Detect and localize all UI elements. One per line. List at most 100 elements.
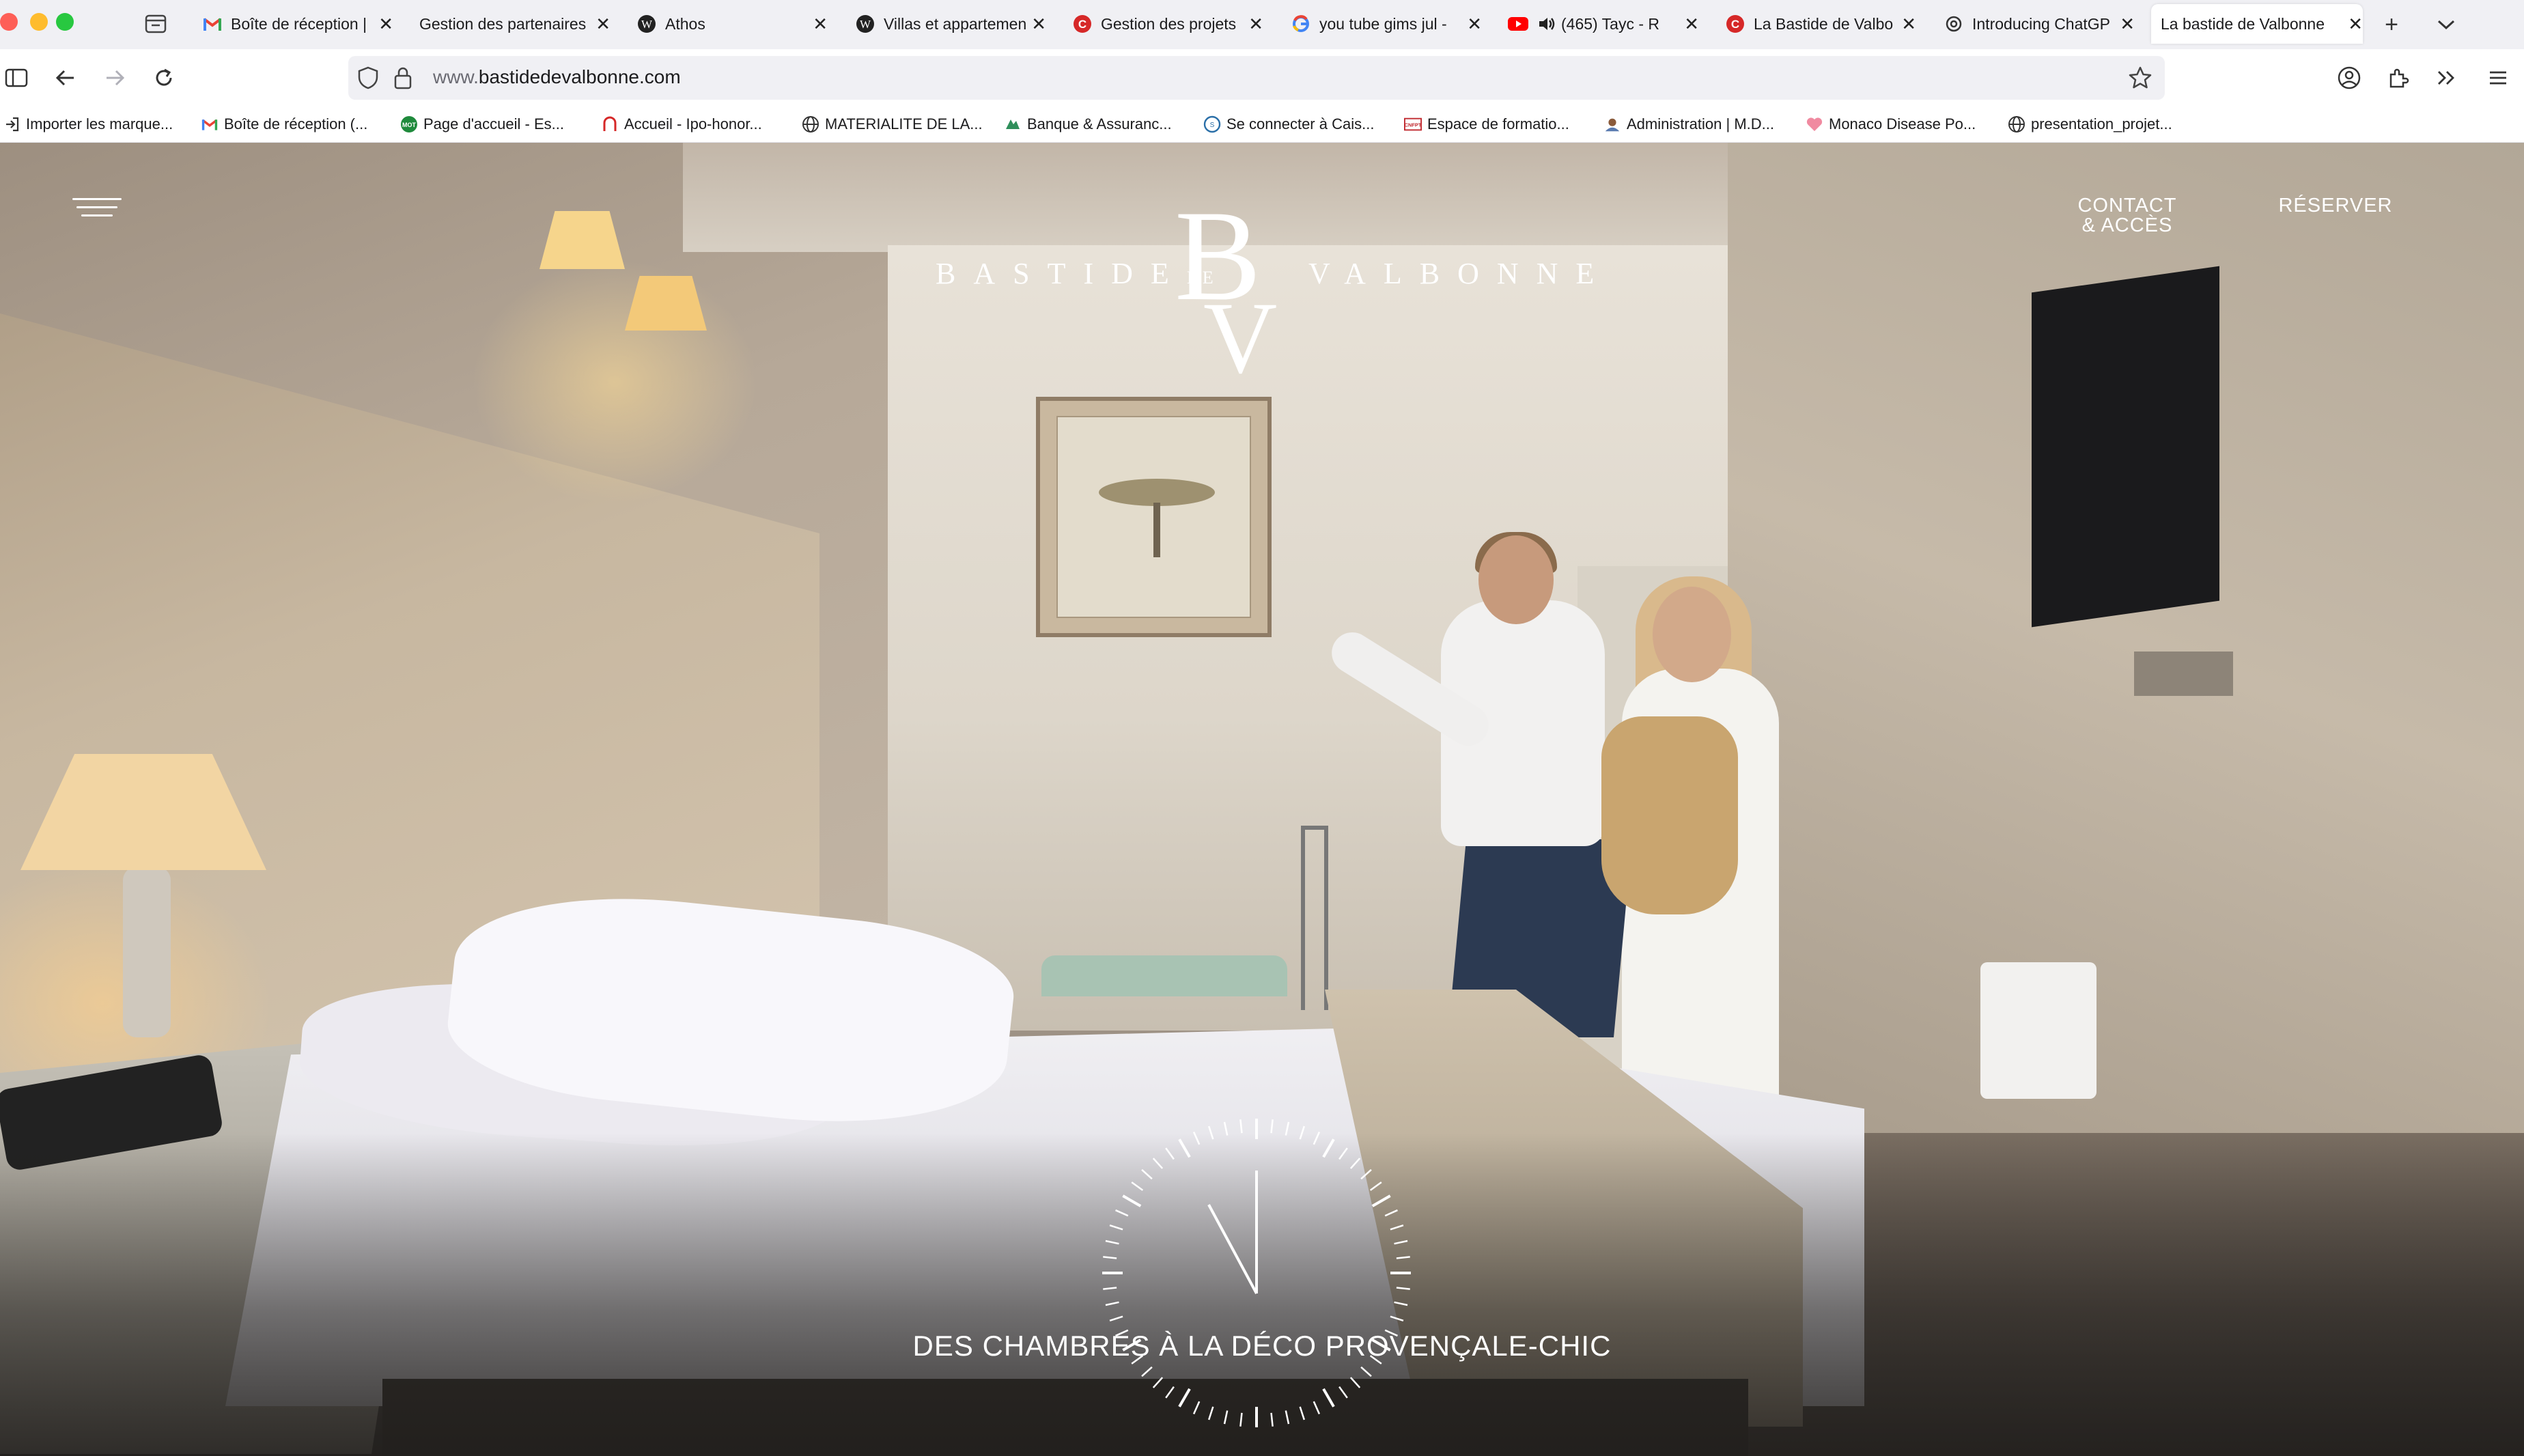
close-icon[interactable]: ✕: [813, 14, 828, 35]
tab-gmail[interactable]: Boîte de réception | ✕: [202, 4, 393, 44]
clock-tick: [1178, 1388, 1191, 1408]
new-tab-button[interactable]: +: [2376, 10, 2407, 40]
import-icon: [3, 115, 20, 133]
sidebar-toggle-icon[interactable]: [0, 61, 33, 94]
bookmark-ipo-honor[interactable]: Accueil - Ipo-honor...: [601, 113, 762, 135]
svg-text:CNFPT: CNFPT: [1405, 122, 1422, 128]
gmail-icon: [201, 115, 219, 133]
window-close-button[interactable]: [0, 13, 18, 31]
bookmark-label: presentation_projet...: [2031, 115, 2172, 132]
reserve-link[interactable]: RÉSERVER: [2274, 196, 2397, 216]
red-a-icon: [601, 115, 619, 133]
bookmark-caisse[interactable]: S Se connecter à Cais...: [1203, 113, 1374, 135]
red-c-icon: C: [1725, 14, 1745, 34]
shield-icon[interactable]: [356, 66, 380, 94]
wordpress-icon: W: [636, 14, 657, 34]
close-icon[interactable]: ✕: [2120, 14, 2135, 35]
clock-tick: [1152, 1377, 1164, 1388]
clock-tick: [1390, 1315, 1404, 1322]
clock-tick: [1322, 1388, 1335, 1408]
overflow-chevrons-icon[interactable]: [2430, 61, 2463, 94]
close-icon[interactable]: ✕: [1031, 14, 1046, 35]
clock-tick: [1103, 1287, 1117, 1290]
window-minimize-button[interactable]: [30, 13, 48, 31]
clock-tick: [1165, 1386, 1175, 1399]
clock-tick: [1322, 1138, 1335, 1158]
svg-text:W: W: [860, 18, 871, 31]
reload-icon[interactable]: [148, 61, 180, 94]
tab-title: Gestion des projets: [1101, 14, 1237, 33]
clock-tick: [1141, 1366, 1153, 1377]
star-icon[interactable]: [2128, 66, 2153, 94]
bookmark-banque-assurance[interactable]: Banque & Assuranc...: [1004, 113, 1172, 135]
clock-tick: [1105, 1240, 1119, 1245]
bookmark-administration[interactable]: Administration | M.D...: [1603, 113, 1774, 135]
svg-text:S: S: [1210, 122, 1215, 129]
menu-hamburger-icon[interactable]: [2482, 61, 2514, 94]
clock-tick: [1115, 1209, 1129, 1217]
account-icon[interactable]: [2333, 61, 2366, 94]
svg-text:C: C: [1078, 18, 1086, 31]
tab-villas[interactable]: W Villas et appartemen ✕: [855, 4, 1046, 44]
site-menu-hamburger-icon[interactable]: [72, 198, 122, 223]
close-icon[interactable]: ✕: [1684, 14, 1699, 35]
close-icon[interactable]: ✕: [2348, 14, 2363, 35]
bookmark-gmail[interactable]: Boîte de réception (...: [201, 113, 367, 135]
bookmark-label: Administration | M.D...: [1627, 115, 1774, 132]
tab-google-search[interactable]: you tube gims jul - ✕: [1291, 4, 1482, 44]
clock-tick: [1369, 1181, 1382, 1191]
tab-bastide-valbonne[interactable]: C La Bastide de Valbo ✕: [1725, 4, 1916, 44]
clock-tick: [1313, 1132, 1321, 1145]
window-zoom-button[interactable]: [56, 13, 74, 31]
tab-overview-icon[interactable]: [142, 10, 169, 37]
url-host: bastidedevalbonne.com: [478, 66, 681, 87]
tab-active-bastide[interactable]: La bastide de Valbonne ✕: [2151, 4, 2363, 44]
back-arrow-icon[interactable]: [49, 61, 82, 94]
tab-athos[interactable]: W Athos ✕: [636, 4, 828, 44]
tab-list-chevron-down-icon[interactable]: [2431, 10, 2461, 40]
clock-tick: [1338, 1147, 1348, 1160]
bookmarks-bar: Importer les marque... Boîte de réceptio…: [0, 107, 2524, 143]
clock-tick: [1165, 1147, 1175, 1160]
site-logo[interactable]: BASTIDE VALBONNE B DE V: [929, 191, 1594, 417]
youtube-icon: [1508, 14, 1528, 34]
clock-tick: [1394, 1301, 1408, 1306]
clock-tick: [1285, 1121, 1290, 1136]
url-text[interactable]: www.bastidedevalbonne.com: [433, 66, 681, 88]
logo-monogram-v: V: [1203, 281, 1278, 395]
close-icon[interactable]: ✕: [595, 14, 611, 35]
bookmark-monaco-disease[interactable]: Monaco Disease Po...: [1806, 113, 1976, 135]
red-c-icon: C: [1072, 14, 1093, 34]
close-icon[interactable]: ✕: [1901, 14, 1916, 35]
contact-access-link[interactable]: CONTACT & ACCÈS: [2056, 196, 2199, 236]
clock-tick: [1207, 1125, 1214, 1140]
close-icon[interactable]: ✕: [1467, 14, 1482, 35]
bookmark-page-accueil[interactable]: MOT Page d'accueil - Es...: [400, 113, 564, 135]
bookmark-label: Espace de formatio...: [1427, 115, 1569, 132]
clock-tick: [1360, 1168, 1372, 1180]
clock-tick: [1178, 1138, 1191, 1158]
bookmark-materialite[interactable]: MATERIALITE DE LA...: [802, 113, 983, 135]
clock-tick: [1239, 1119, 1243, 1134]
tab-gestion-partenaires[interactable]: Gestion des partenaires ✕: [419, 4, 611, 44]
globe-icon: [802, 115, 819, 133]
clock-tick: [1223, 1121, 1229, 1136]
tab-chatgpt[interactable]: Introducing ChatGP ✕: [1944, 4, 2135, 44]
tab-gestion-projets[interactable]: C Gestion des projets ✕: [1072, 4, 1263, 44]
extensions-puzzle-icon[interactable]: [2382, 61, 2415, 94]
bookmark-espace-formation[interactable]: CNFPT Espace de formatio...: [1404, 113, 1569, 135]
speaker-icon[interactable]: [1537, 14, 1557, 34]
tab-youtube[interactable]: (465) Tayc - R ✕: [1508, 4, 1699, 44]
google-icon: [1291, 14, 1311, 34]
close-icon[interactable]: ✕: [378, 14, 393, 35]
openai-icon: [1944, 14, 1964, 34]
close-icon[interactable]: ✕: [1248, 14, 1263, 35]
url-bar[interactable]: www.bastidedevalbonne.com: [348, 56, 2165, 100]
contact-line-1: CONTACT: [2077, 195, 2177, 216]
bookmark-presentation-projet[interactable]: presentation_projet...: [2008, 113, 2172, 135]
bookmark-import[interactable]: Importer les marque...: [3, 113, 173, 135]
clock-tick: [1299, 1406, 1306, 1420]
lock-icon[interactable]: [393, 66, 412, 94]
forward-arrow-icon[interactable]: [98, 61, 131, 94]
caisse-icon: S: [1203, 115, 1221, 133]
